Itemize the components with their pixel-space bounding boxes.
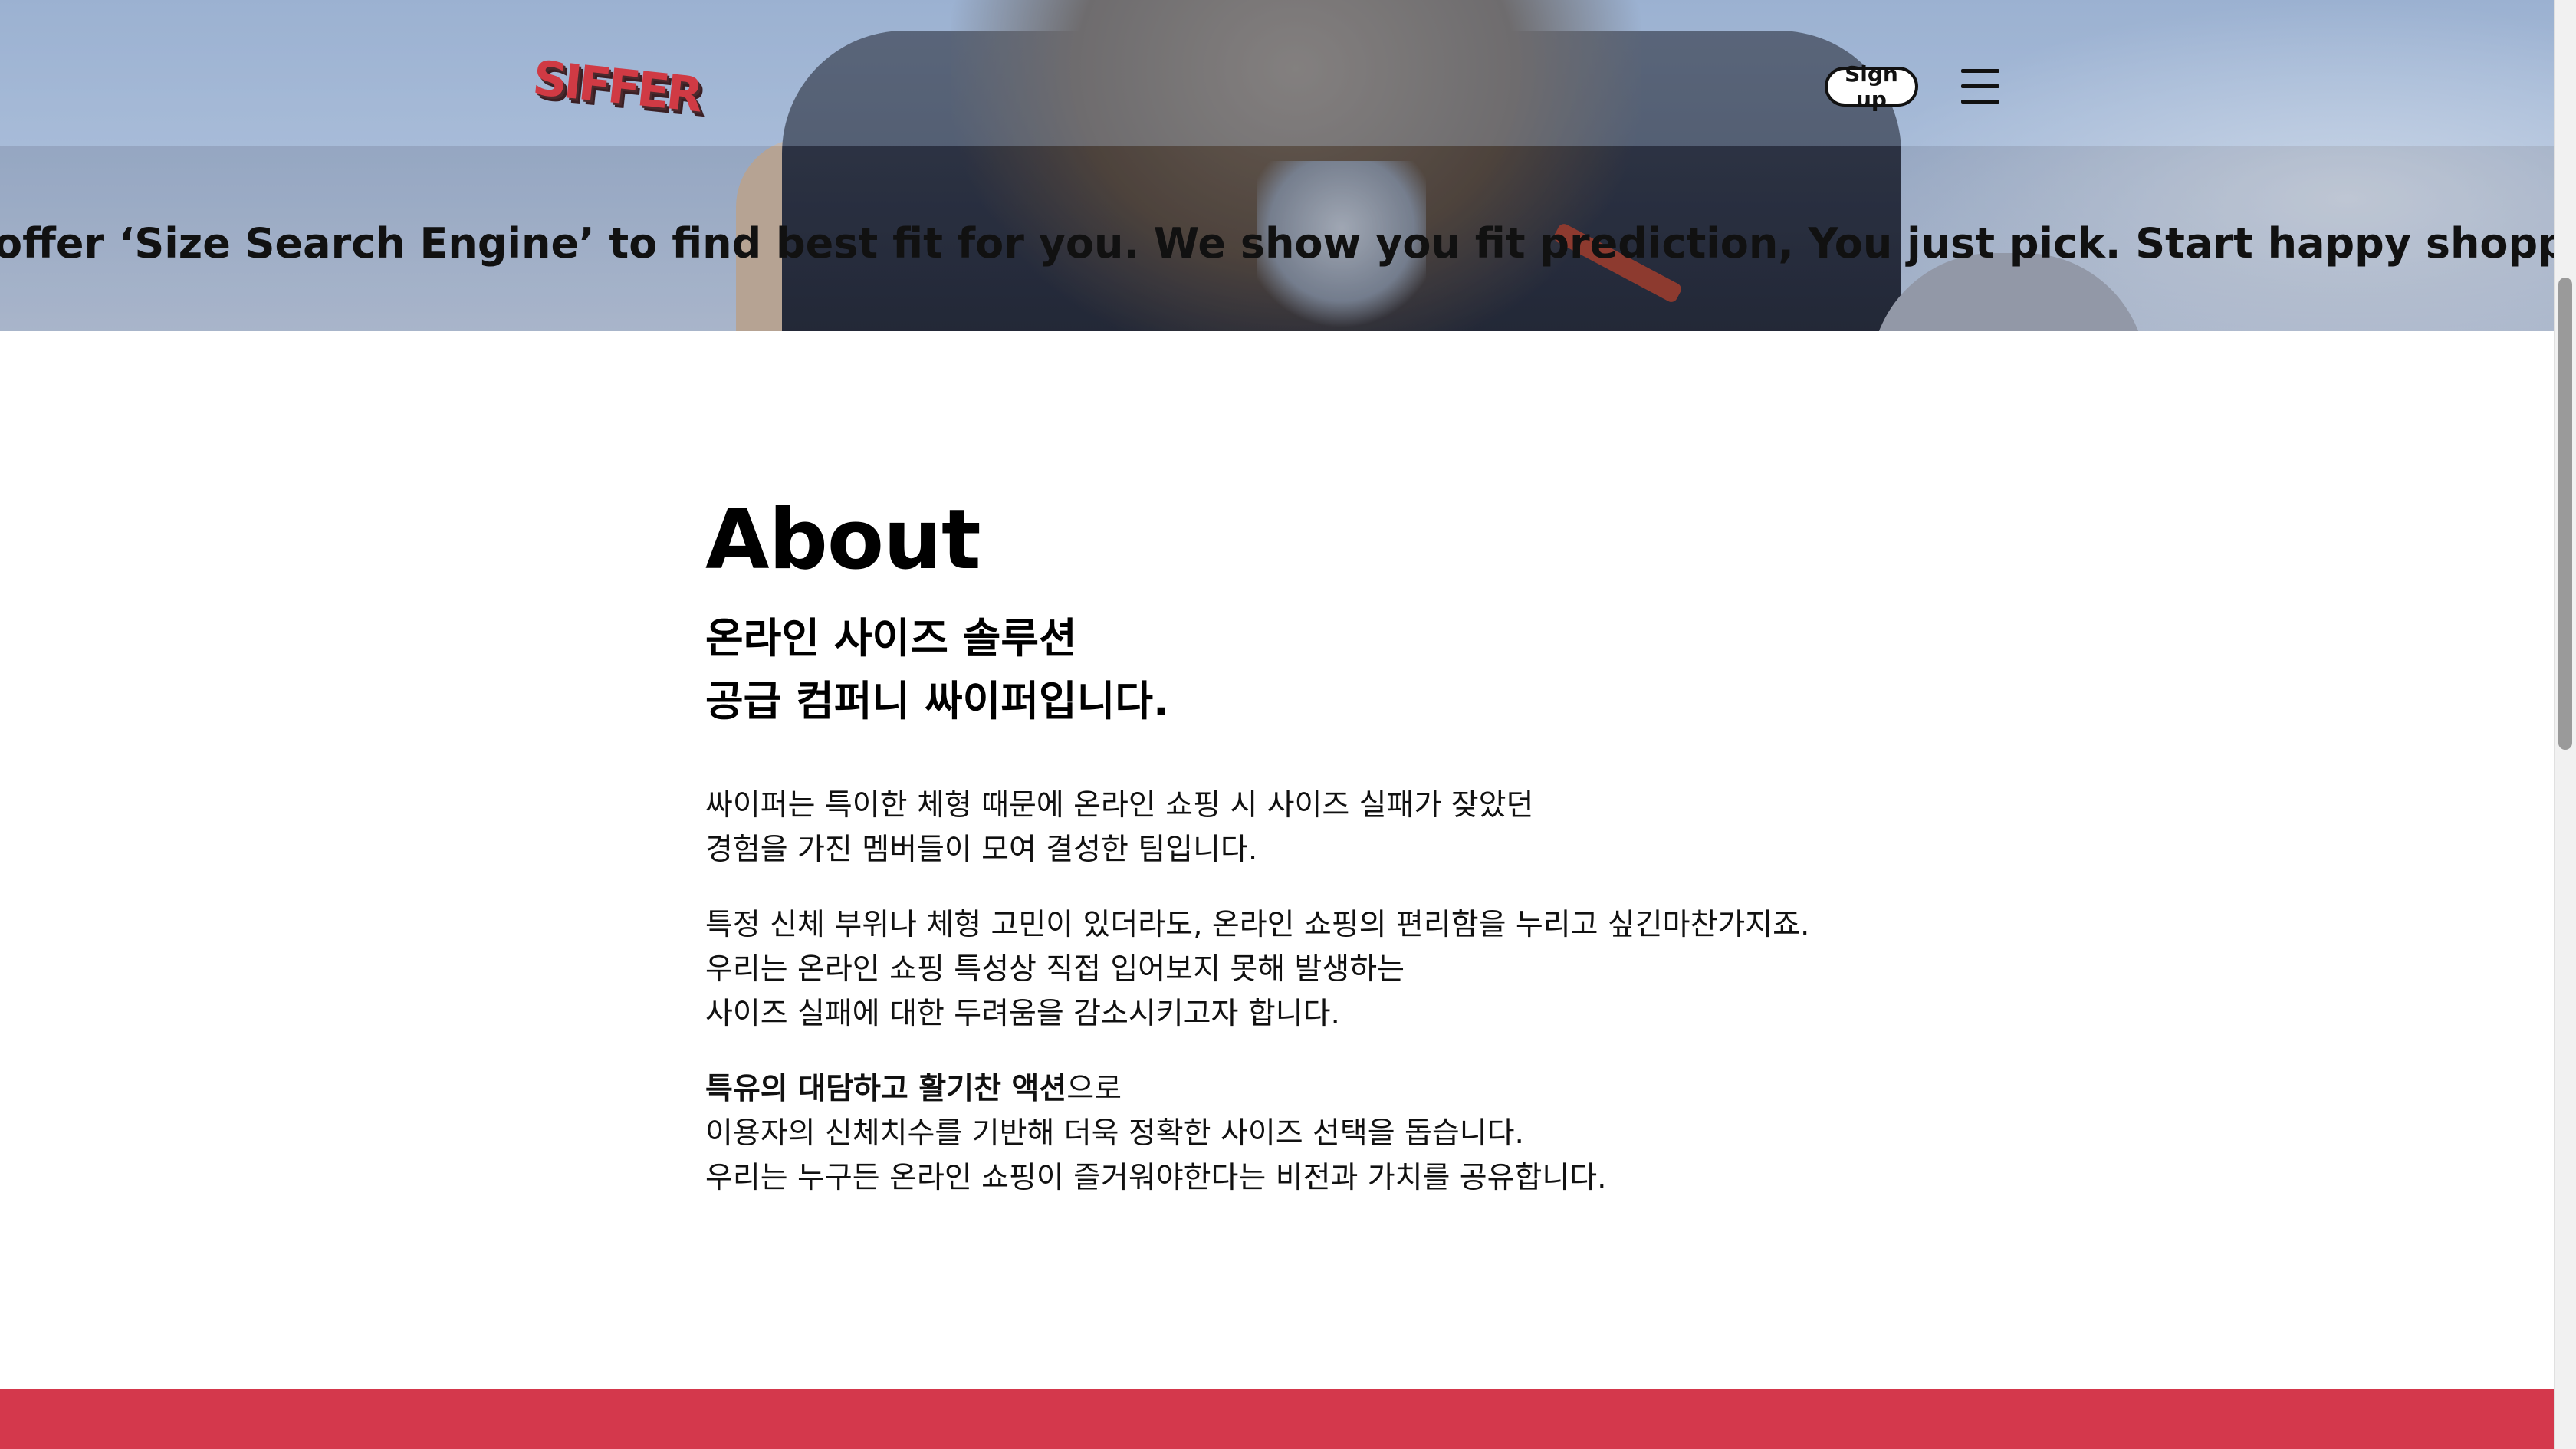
paragraph-3-bold-suffix: 으로: [1066, 1072, 1122, 1106]
paragraph-3-line-1: 특유의 대담하고 활기찬 액션으로: [705, 1067, 1932, 1112]
sign-up-button[interactable]: Sign up: [1825, 61, 1918, 112]
menu-line-middle: [1961, 84, 1999, 88]
marquee-ticker: offer ‘Size Search Engine’ to find best …: [0, 213, 2554, 274]
paragraph-3-line-3: 우리는 누구든 온라인 쇼핑이 즐거워야한다는 비전과 가치를 공유합니다.: [705, 1161, 1607, 1195]
paragraph-2-line-3: 사이즈 실패에 대한 두려움을 감소시키고자 합니다.: [705, 997, 1340, 1031]
ticker-text: offer ‘Size Search Engine’ to find best …: [0, 219, 2554, 268]
menu-line-top: [1961, 69, 1999, 73]
about-subtitle-line-1: 온라인 사이즈 솔루션: [705, 614, 1077, 662]
paragraph-1-line-2: 경험을 가진 멤버들이 모여 결성한 팀입니다.: [705, 833, 1258, 867]
about-subtitle-line-2: 공급 컴퍼니 싸이퍼입니다.: [705, 677, 1169, 725]
paragraph-2-line-1: 특정 신체 부위나 체형 고민이 있더라도, 온라인 쇼핑의 편리함을 누리고 …: [705, 908, 1810, 942]
paragraph-1-line-1: 싸이퍼는 특이한 체형 때문에 온라인 쇼핑 시 사이즈 실패가 잦았던: [705, 788, 1534, 823]
footer-accent-band: [0, 1389, 2554, 1449]
about-paragraph-3: 특유의 대담하고 활기찬 액션으로 이용자의 신체치수를 기반해 더욱 정확한 …: [705, 1067, 1932, 1201]
about-section: About 온라인 사이즈 솔루션 공급 컴퍼니 싸이퍼입니다. 싸이퍼는 특이…: [705, 491, 1932, 1201]
about-paragraph-2: 특정 신체 부위나 체형 고민이 있더라도, 온라인 쇼핑의 편리함을 누리고 …: [705, 903, 1932, 1037]
paragraph-3-line-2: 이용자의 신체치수를 기반해 더욱 정확한 사이즈 선택을 돕습니다.: [705, 1116, 1524, 1151]
paragraph-3-bold-phrase: 특유의 대담하고 활기찬 액션: [705, 1072, 1067, 1106]
hamburger-menu-icon[interactable]: [1961, 69, 1999, 104]
paragraph-2-line-2: 우리는 온라인 쇼핑 특성상 직접 입어보지 못해 발생하는: [705, 952, 1405, 987]
about-paragraph-1: 싸이퍼는 특이한 체형 때문에 온라인 쇼핑 시 사이즈 실패가 잦았던 경험을…: [705, 784, 1932, 872]
menu-line-bottom: [1961, 100, 1999, 104]
about-subtitle: 온라인 사이즈 솔루션 공급 컴퍼니 싸이퍼입니다.: [705, 607, 1932, 733]
about-title: About: [705, 492, 981, 588]
top-navigation-bar: [0, 0, 2554, 146]
scrollbar-thumb[interactable]: [2558, 278, 2572, 750]
